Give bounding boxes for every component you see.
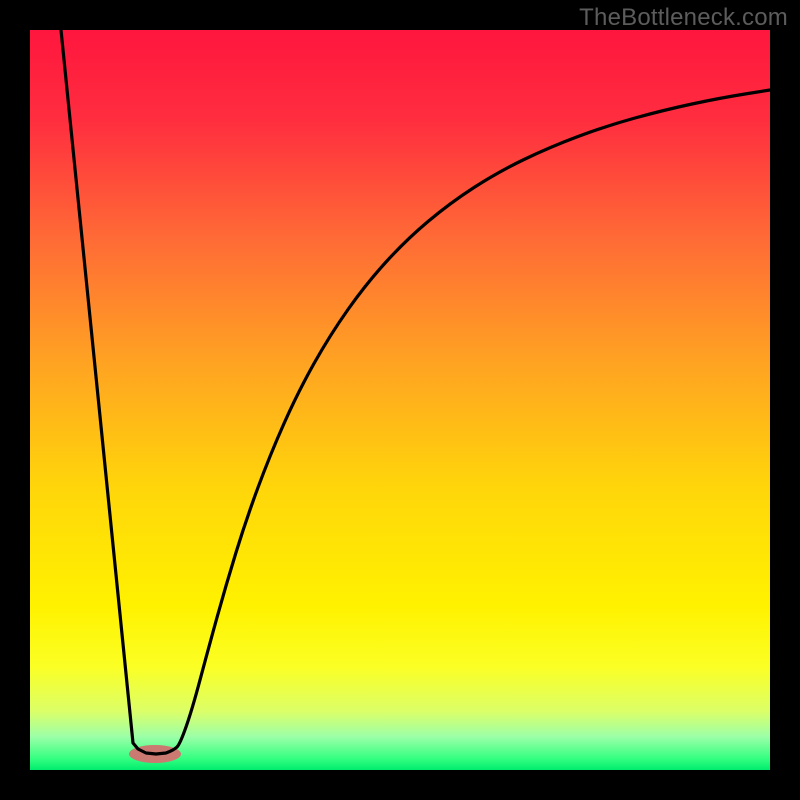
chart-frame: TheBottleneck.com: [0, 0, 800, 800]
gradient-background: [30, 30, 770, 770]
chart-svg: [30, 30, 770, 770]
plot-area: [30, 30, 770, 770]
watermark-text: TheBottleneck.com: [579, 4, 788, 32]
